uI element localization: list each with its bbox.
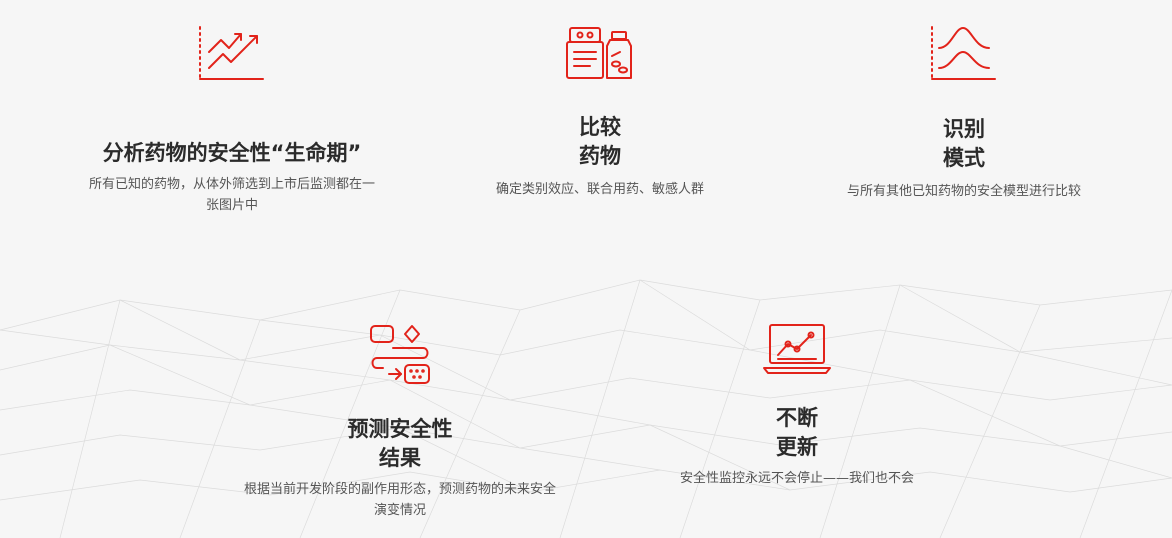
laptop-monitoring-icon [763, 324, 831, 374]
feature-description: 与所有其他已知药物的安全模型进行比较 [846, 184, 1081, 199]
trend-chart-icon [199, 26, 264, 80]
feature-title-line: 预测安全性 [347, 417, 453, 441]
drug-comparison-icon [566, 27, 632, 79]
feature-description: 演变情况 [373, 503, 426, 518]
flow-prediction-icon [370, 325, 430, 384]
feature-title-line: 识别 [943, 117, 985, 141]
feature-title-line: 结果 [379, 446, 421, 470]
feature-description: 安全性监控永远不会停止——我们也不会 [679, 471, 914, 486]
feature-title-line: 不断 [776, 406, 818, 430]
feature-description: 张图片中 [205, 198, 258, 213]
feature-title-line: 更新 [776, 435, 818, 459]
feature-predict-outcomes: 预测安全性 结果 根据当前开发阶段的副作用形态，预测药物的未来安全 演变情况 [225, 322, 575, 521]
feature-title-line: 模式 [943, 146, 985, 170]
feature-description: 所有已知的药物，从体外筛选到上市后监测都在一 [88, 177, 375, 192]
waveform-pattern-icon [931, 26, 996, 80]
feature-description: 根据当前开发阶段的副作用形态，预测药物的未来安全 [243, 482, 556, 497]
feature-continuous-updates: 不断 更新 安全性监控永远不会停止——我们也不会 [647, 322, 947, 489]
feature-title-line: 药物 [579, 144, 621, 168]
feature-identify-patterns: 识别 模式 与所有其他已知药物的安全模型进行比较 [824, 24, 1104, 202]
feature-title-line: 比较 [579, 115, 621, 139]
feature-description: 确定类别效应、联合用药、敏感人群 [495, 182, 704, 197]
feature-title: 分析药物的安全性“生命期” [102, 141, 362, 165]
feature-compare-drugs: 比较 药物 确定类别效应、联合用药、敏感人群 [470, 24, 730, 200]
feature-safety-lifecycle: 分析药物的安全性“生命期” 所有已知的药物，从体外筛选到上市后监测都在一 张图片… [72, 24, 392, 216]
